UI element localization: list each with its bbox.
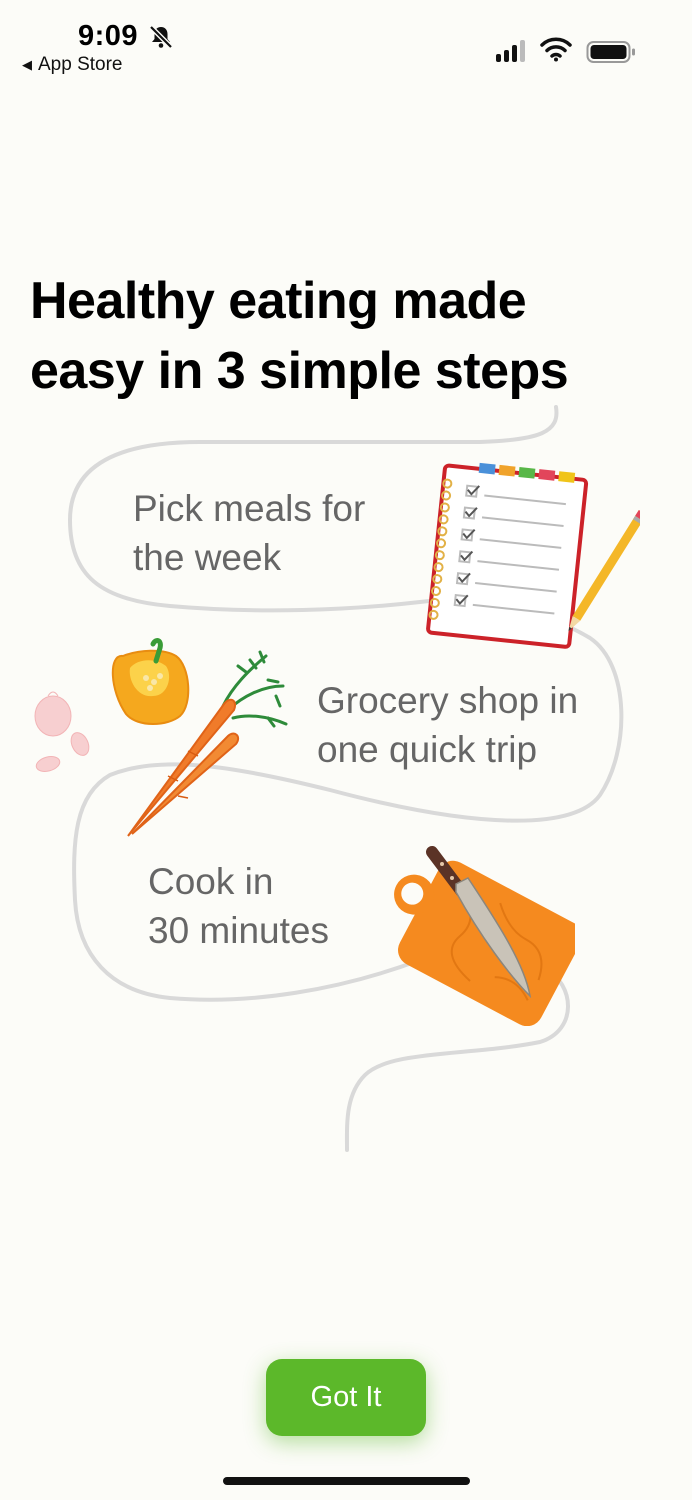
- cutting-board-knife-illustration: [394, 846, 575, 1026]
- step-1-text: Pick meals for the week: [133, 484, 365, 582]
- step-2-line-1: Grocery shop in: [317, 680, 579, 721]
- vegetables-illustration: [34, 638, 288, 837]
- got-it-button[interactable]: Got It: [266, 1359, 426, 1436]
- step-2-text: Grocery shop in one quick trip: [317, 676, 578, 774]
- step-2-line-2: one quick trip: [317, 729, 538, 770]
- step-3-text: Cook in 30 minutes: [148, 857, 329, 955]
- step-3-line-2: 30 minutes: [148, 910, 329, 951]
- step-1-line-2: the week: [133, 537, 282, 578]
- step-3-line-1: Cook in: [148, 861, 274, 902]
- home-indicator[interactable]: [223, 1477, 470, 1485]
- onboarding-screen: 9:09 ◀ App Store Healthy eating made eas…: [0, 0, 692, 1500]
- step-1-line-1: Pick meals for: [133, 488, 366, 529]
- notepad-pencil-illustration: [426, 462, 640, 649]
